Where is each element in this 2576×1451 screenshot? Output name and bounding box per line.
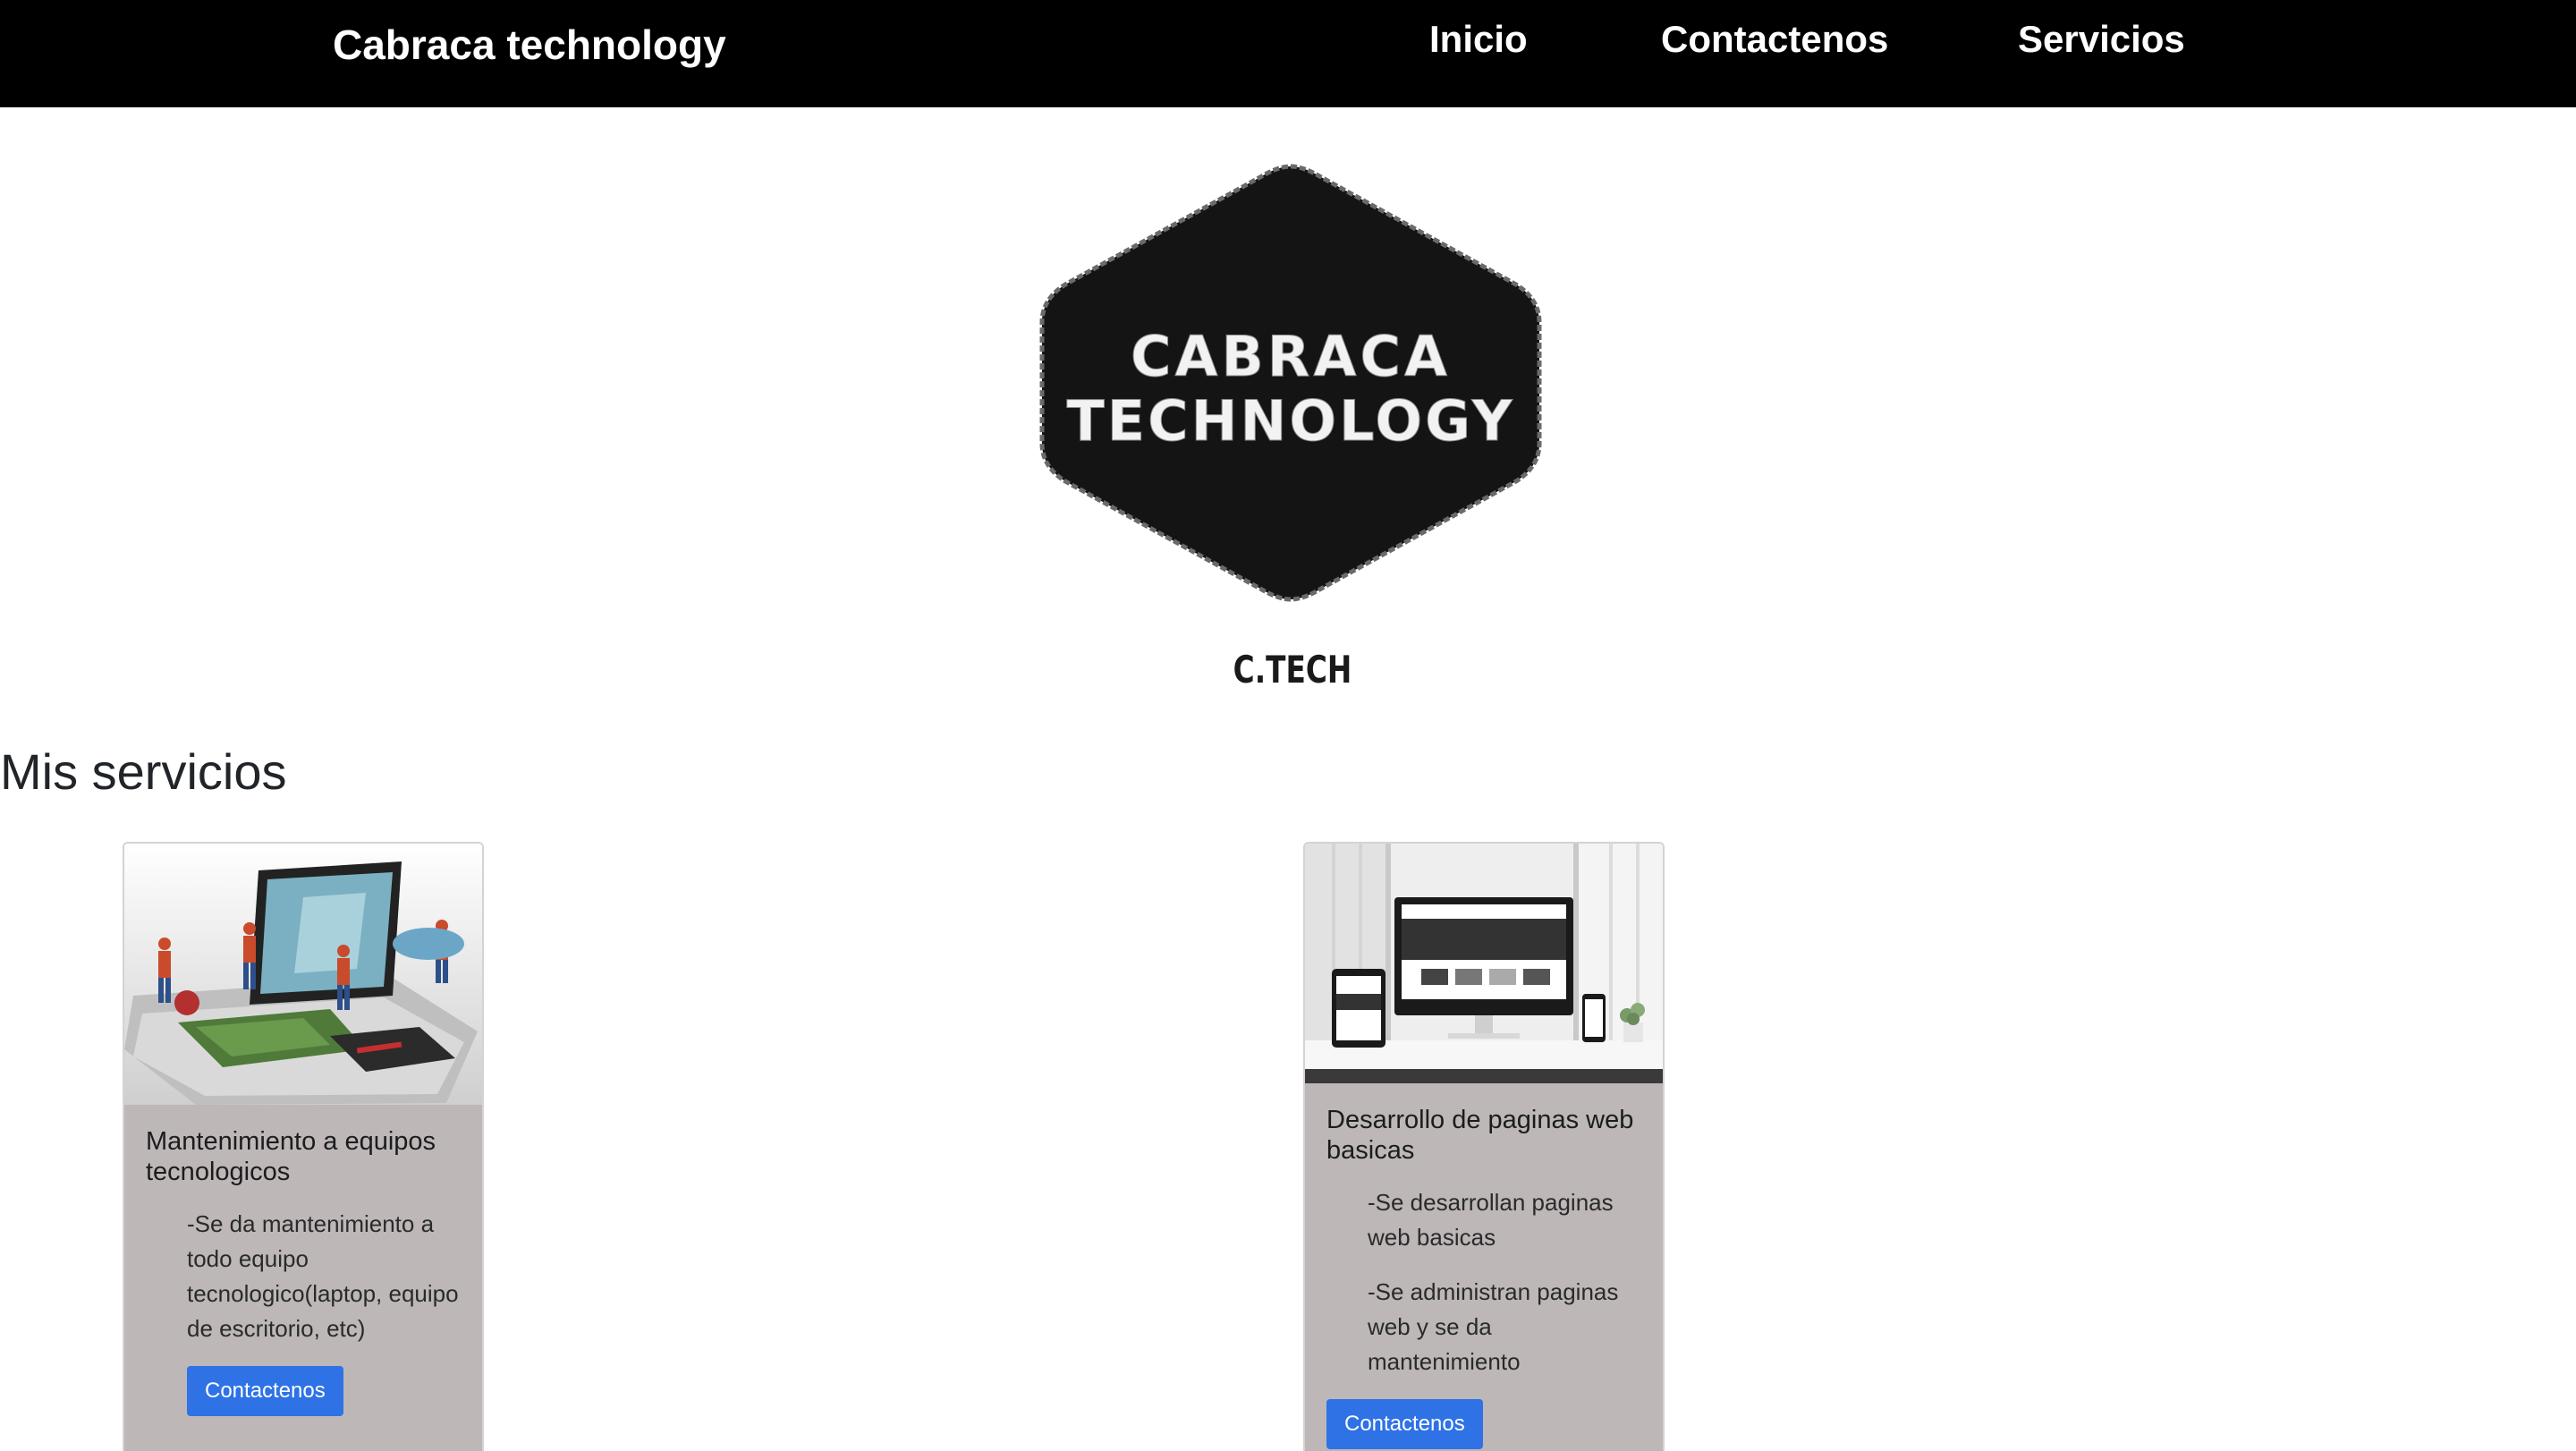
- services-heading: Mis servicios: [0, 743, 287, 800]
- card-body: Mantenimiento a equipos tecnologicos -Se…: [124, 1105, 482, 1438]
- service-card-maintenance: Mantenimiento a equipos tecnologicos -Se…: [123, 842, 484, 1451]
- navbar: Cabraca technology Inicio Contactenos Se…: [0, 0, 2576, 107]
- card-text: -Se da mantenimiento a todo equipo tecno…: [187, 1210, 459, 1342]
- brand-link[interactable]: Cabraca technology: [333, 18, 726, 72]
- contact-button[interactable]: Contactenos: [187, 1366, 343, 1416]
- card-title: Desarrollo de paginas web basicas: [1326, 1106, 1634, 1165]
- page: Cabraca technology Inicio Contactenos Se…: [0, 0, 2576, 1451]
- card-title: Mantenimiento a equipos tecnologicos: [146, 1127, 436, 1186]
- contact-button[interactable]: Contactenos: [1326, 1399, 1483, 1449]
- logo-text-line1: CABRACA: [1131, 324, 1451, 389]
- nav-link-servicios[interactable]: Servicios: [2018, 13, 2185, 66]
- cabraca-technology-logo: CABRACA TECHNOLOGY: [1039, 164, 1542, 602]
- card-body: Desarrollo de paginas web basicas -Se de…: [1305, 1083, 1663, 1451]
- nav-link-contactenos[interactable]: Contactenos: [1661, 13, 1888, 66]
- card-text: -Se desarrollan paginas web basicas: [1368, 1189, 1614, 1251]
- card-text: -Se administran paginas web y se da mant…: [1368, 1278, 1619, 1375]
- service-card-web-development: Desarrollo de paginas web basicas -Se de…: [1303, 842, 1665, 1451]
- logo-text-line2: TECHNOLOGY: [1066, 388, 1514, 454]
- nav-link-inicio[interactable]: Inicio: [1429, 13, 1528, 66]
- web-design-devices-photo: [1305, 844, 1663, 1083]
- logo-caption: C.TECH: [1233, 648, 1352, 692]
- laptop-repair-illustration: [124, 844, 482, 1105]
